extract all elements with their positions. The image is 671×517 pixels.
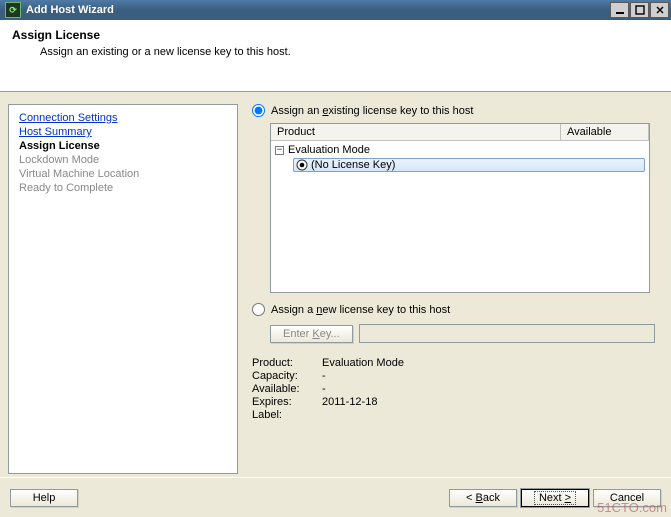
license-group-label: Evaluation Mode [288, 144, 370, 156]
window-buttons [609, 2, 669, 18]
assign-existing-label: Assign an existing license key to this h… [271, 105, 473, 117]
wizard-steps-sidebar: Connection Settings Host Summary Assign … [8, 104, 238, 474]
detail-capacity-label: Capacity: [252, 370, 322, 382]
detail-product-value: Evaluation Mode [322, 357, 655, 369]
page-subtitle: Assign an existing or a new license key … [40, 46, 659, 58]
column-available[interactable]: Available [561, 124, 649, 140]
wizard-page: Assign License Assign an existing or a n… [0, 20, 671, 517]
wizard-footer: Help < Back Next > Cancel [0, 477, 671, 517]
license-key-input [359, 324, 655, 343]
step-lockdown-mode: Lockdown Mode [19, 153, 227, 167]
step-ready-to-complete: Ready to Complete [19, 181, 227, 195]
license-key-list: Product Available − Evaluation Mode [270, 123, 650, 293]
step-connection-settings[interactable]: Connection Settings [19, 111, 227, 125]
license-item-no-key[interactable]: (No License Key) [275, 157, 645, 173]
license-item-label: (No License Key) [311, 159, 395, 171]
detail-available-label: Available: [252, 383, 322, 395]
cancel-button[interactable]: Cancel [593, 489, 661, 507]
titlebar: ⟳ Add Host Wizard [0, 0, 671, 20]
assign-new-radio-row[interactable]: Assign a new license key to this host [252, 303, 655, 316]
step-assign-license: Assign License [19, 139, 227, 153]
window-title: Add Host Wizard [24, 4, 609, 16]
detail-label-label: Label: [252, 409, 322, 421]
help-button[interactable]: Help [10, 489, 78, 507]
enter-key-button: Enter Key... [270, 325, 353, 343]
assign-new-radio[interactable] [252, 303, 265, 316]
minimize-button[interactable] [610, 2, 629, 18]
detail-label-value [322, 409, 655, 421]
detail-expires-label: Expires: [252, 396, 322, 408]
detail-expires-value: 2011-12-18 [322, 396, 655, 408]
detail-product-label: Product: [252, 357, 322, 369]
selected-radio-icon [296, 159, 308, 171]
wizard-main: Assign an existing license key to this h… [238, 92, 671, 472]
license-details: Product: Evaluation Mode Capacity: - Ava… [252, 357, 655, 421]
close-button[interactable] [650, 2, 669, 18]
assign-new-label: Assign a new license key to this host [271, 304, 450, 316]
tree-collapse-icon[interactable]: − [275, 146, 284, 155]
wizard-header: Assign License Assign an existing or a n… [0, 20, 671, 92]
next-button[interactable]: Next > [521, 489, 589, 507]
maximize-button[interactable] [630, 2, 649, 18]
license-group-evaluation[interactable]: − Evaluation Mode [275, 143, 645, 157]
step-host-summary[interactable]: Host Summary [19, 125, 227, 139]
app-icon: ⟳ [5, 2, 21, 18]
assign-existing-radio-row[interactable]: Assign an existing license key to this h… [252, 104, 655, 117]
page-title: Assign License [12, 28, 659, 42]
step-vm-location: Virtual Machine Location [19, 167, 227, 181]
license-list-body: − Evaluation Mode (No License Key) [271, 141, 649, 175]
assign-existing-radio[interactable] [252, 104, 265, 117]
license-list-header: Product Available [271, 124, 649, 141]
back-button[interactable]: < Back [449, 489, 517, 507]
column-product[interactable]: Product [271, 124, 561, 140]
detail-capacity-value: - [322, 370, 655, 382]
enter-key-row: Enter Key... [270, 324, 655, 343]
detail-available-value: - [322, 383, 655, 395]
